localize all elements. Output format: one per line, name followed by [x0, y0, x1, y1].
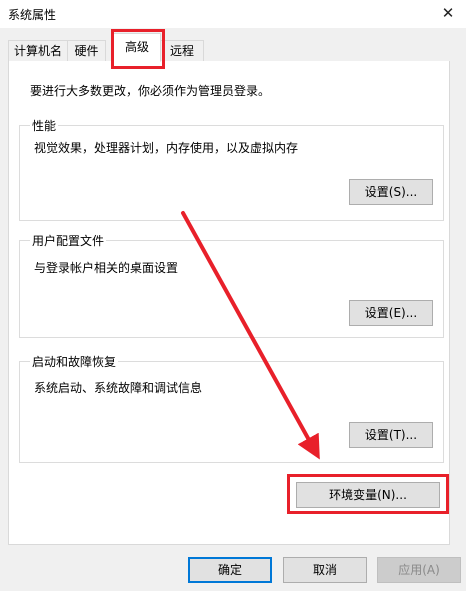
- startup-recovery-group-title: 启动和故障恢复: [30, 353, 119, 370]
- close-icon[interactable]: ✕: [438, 3, 458, 23]
- user-profiles-settings-button[interactable]: 设置(E)...: [349, 300, 433, 326]
- performance-group-title: 性能: [30, 117, 59, 134]
- cancel-button[interactable]: 取消: [283, 557, 367, 583]
- window-title: 系统属性: [8, 8, 57, 22]
- tab-advanced[interactable]: 高级: [113, 33, 161, 62]
- apply-button[interactable]: 应用(A): [377, 557, 461, 583]
- tab-computer-name[interactable]: 计算机名: [8, 40, 68, 62]
- user-profiles-group-title: 用户配置文件: [30, 232, 107, 249]
- ok-button[interactable]: 确定: [188, 557, 272, 583]
- tab-hardware[interactable]: 硬件: [67, 40, 106, 62]
- performance-settings-button[interactable]: 设置(S)...: [349, 179, 433, 205]
- environment-variables-button[interactable]: 环境变量(N)...: [296, 482, 440, 508]
- startup-recovery-settings-button[interactable]: 设置(T)...: [349, 422, 433, 448]
- tab-remote[interactable]: 远程: [160, 40, 204, 62]
- startup-recovery-description: 系统启动、系统故障和调试信息: [34, 381, 203, 395]
- admin-notice: 要进行大多数更改，你必须作为管理员登录。: [30, 84, 271, 98]
- performance-description: 视觉效果，处理器计划，内存使用，以及虚拟内存: [34, 141, 299, 155]
- system-properties-window: 系统属性 ✕ 计算机名 硬件 高级 远程 要进行大多数更改，你必须作为管理员登录…: [0, 0, 466, 591]
- user-profiles-description: 与登录帐户相关的桌面设置: [34, 261, 179, 275]
- title-bar: 系统属性 ✕: [0, 0, 466, 28]
